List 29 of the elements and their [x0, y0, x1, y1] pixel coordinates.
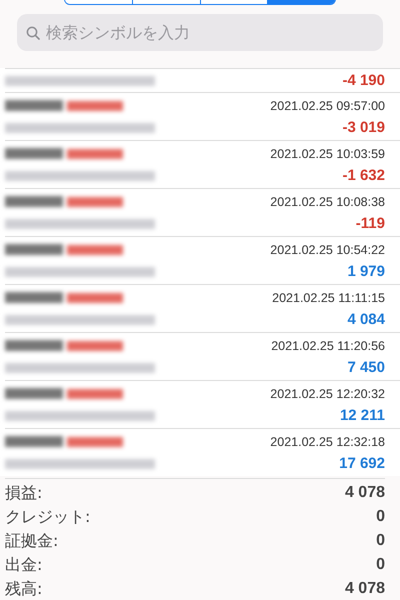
trade-time: 2021.02.25 11:20:56: [271, 338, 385, 352]
trade-profit: -119: [356, 215, 385, 232]
summary-label: 出金:: [5, 554, 42, 576]
trade-profit: 17 692: [339, 455, 385, 472]
trade-profit: 7 450: [347, 359, 385, 376]
trade-profit: -4 190: [342, 72, 385, 89]
summary-value: 0: [376, 508, 385, 526]
trade-profit: 1 979: [347, 263, 385, 280]
trade-profit: -1 632: [342, 167, 385, 184]
trade-time: 2021.02.25 12:32:18: [270, 434, 385, 448]
trade-time: 2021.02.25 11:11:15: [272, 290, 385, 304]
trade-time: 2021.02.25 09:57:00: [270, 98, 385, 112]
summary-label: クレジット:: [5, 506, 90, 528]
trade-profit: 4 084: [347, 311, 385, 328]
trade-time: 2021.02.25 10:54:22: [270, 242, 385, 256]
trade-time: 2021.02.25 12:20:32: [270, 386, 385, 400]
trade-time: 2021.02.25 10:08:38: [270, 194, 385, 208]
segment-tab[interactable]: [200, 0, 268, 4]
summary-value: 4 078: [344, 580, 385, 598]
trade-profit: 12 211: [340, 407, 385, 424]
summary-value: 4 078: [344, 484, 385, 502]
trade-profit: -3 019: [342, 119, 385, 136]
summary-label: 証拠金:: [5, 530, 58, 552]
trade-time: 2021.02.25 10:03:59: [270, 146, 385, 160]
summary-value: 0: [376, 532, 385, 550]
summary-value: 0: [376, 556, 385, 574]
summary-label: 損益:: [5, 482, 42, 504]
summary-label: 残高:: [5, 578, 42, 600]
search-field[interactable]: 検索シンボルを入力: [17, 14, 383, 51]
